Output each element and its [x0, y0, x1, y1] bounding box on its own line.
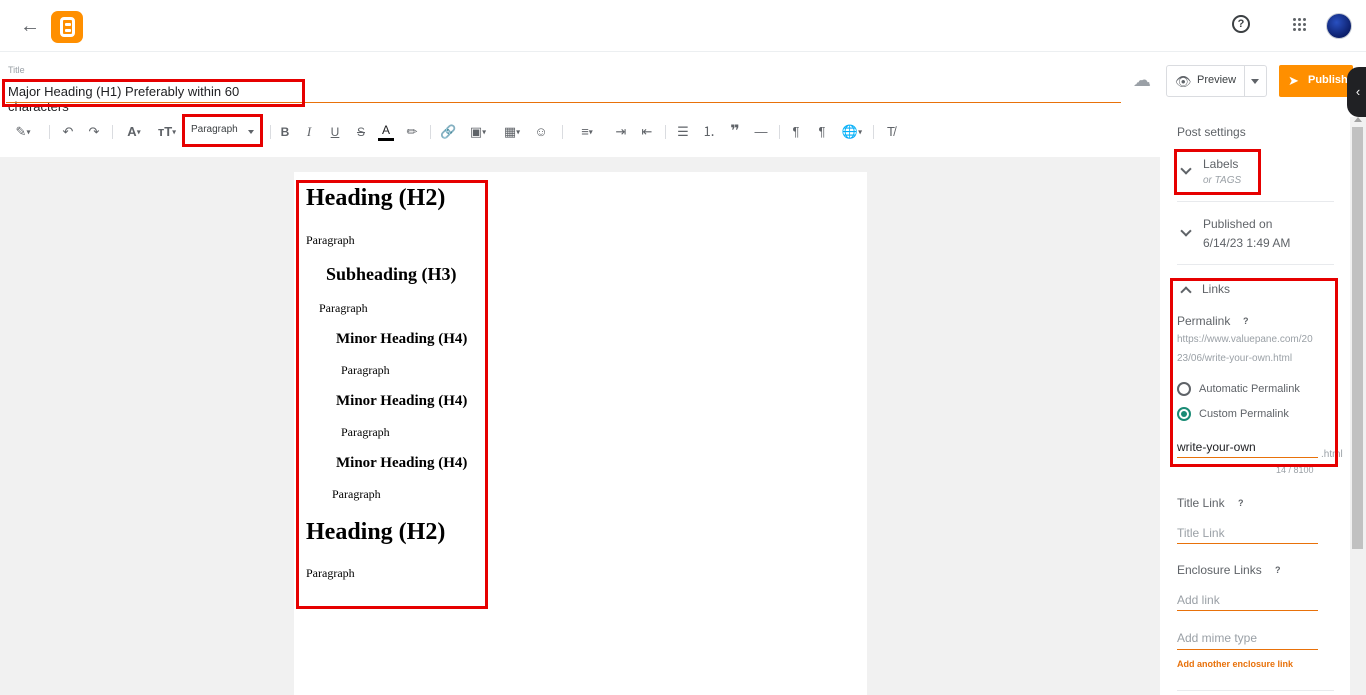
toolbar-divider [873, 125, 874, 139]
publish-label: Publish [1308, 74, 1348, 86]
indent-icon[interactable]: ⇥ [613, 123, 629, 141]
link-icon[interactable]: 🔗 [440, 123, 456, 141]
italic-icon[interactable]: I [302, 123, 316, 141]
toolbar-divider [430, 125, 431, 139]
blogger-logo-icon[interactable] [51, 11, 83, 43]
toolbar-divider [665, 125, 666, 139]
horizontal-rule-icon[interactable]: — [753, 123, 769, 141]
strikethrough-icon[interactable]: S [354, 123, 368, 141]
help-icon[interactable]: ? [1238, 498, 1244, 508]
editor-toolbar: ✎▾ ↶ ↷ A▾ тТ▾ Paragraph B I U S A ✏ 🔗 ▣▾… [0, 117, 1160, 147]
user-avatar[interactable] [1326, 13, 1352, 39]
labels-annotation-box [1174, 149, 1261, 195]
send-icon: ➤ [1288, 73, 1299, 88]
pen-icon[interactable]: ✎▾ [10, 123, 36, 141]
scroll-up-arrow-icon[interactable] [1354, 117, 1362, 122]
help-circle-icon[interactable]: ? [1232, 15, 1250, 33]
toolbar-divider [779, 125, 780, 139]
toolbar-divider [270, 125, 271, 139]
enclosure-links-label: Enclosure Links [1177, 563, 1262, 577]
preview-label: Preview [1197, 74, 1237, 86]
underline-icon[interactable]: U [328, 123, 342, 141]
title-label: Title [8, 65, 25, 75]
toolbar-divider [562, 125, 563, 139]
apps-grid-icon[interactable] [1293, 18, 1307, 32]
add-mime-type-input[interactable]: Add mime type [1177, 631, 1257, 645]
input-underline [1177, 610, 1318, 611]
input-underline [1177, 543, 1318, 544]
clear-format-icon[interactable]: T̸ [883, 123, 899, 141]
content-annotation-box [296, 180, 488, 609]
published-title[interactable]: Published on [1203, 217, 1272, 231]
paragraph-annotation-box [182, 114, 263, 147]
bullet-list-icon[interactable]: ☰ [675, 123, 691, 141]
outdent-icon[interactable]: ⇤ [639, 123, 655, 141]
eye-icon: 👁 [1175, 74, 1192, 89]
numbered-list-icon[interactable]: ⒈ [701, 123, 717, 141]
input-underline [1177, 649, 1318, 650]
rtl-icon[interactable]: ¶ [814, 123, 830, 141]
post-settings-title: Post settings [1177, 125, 1246, 139]
font-icon[interactable]: A▾ [122, 123, 146, 141]
toolbar-divider [49, 125, 50, 139]
scrollbar-thumb[interactable] [1352, 127, 1363, 549]
redo-icon[interactable]: ↷ [86, 123, 102, 141]
align-icon[interactable]: ≡▾ [573, 123, 601, 141]
links-annotation-box [1170, 278, 1338, 467]
chevron-down-icon[interactable] [1251, 79, 1259, 84]
preview-divider [1244, 66, 1245, 96]
title-annotation-box [2, 79, 305, 107]
section-divider [1177, 264, 1334, 265]
image-icon[interactable]: ▣▾ [466, 123, 490, 141]
video-icon[interactable]: ▦▾ [500, 123, 524, 141]
publish-button[interactable]: ➤ Publish [1279, 65, 1353, 97]
emoji-icon[interactable]: ☺ [533, 123, 549, 141]
section-divider [1177, 690, 1334, 691]
text-color-icon[interactable]: A [378, 123, 394, 141]
preview-button[interactable]: 👁 Preview [1166, 65, 1267, 97]
arrow-left-icon[interactable]: ← [18, 14, 42, 38]
add-link-input[interactable]: Add link [1177, 593, 1220, 607]
bold-icon[interactable]: B [278, 123, 292, 141]
language-icon[interactable]: 🌐▾ [840, 123, 864, 141]
toolbar-divider [112, 125, 113, 139]
undo-icon[interactable]: ↶ [60, 123, 76, 141]
text-size-icon[interactable]: тТ▾ [155, 123, 179, 141]
quote-icon[interactable]: ❞ [727, 123, 743, 141]
collapse-sidebar-icon[interactable]: ‹ [1347, 67, 1366, 117]
title-link-label: Title Link [1177, 496, 1225, 510]
highlight-icon[interactable]: ✏ [404, 123, 420, 141]
help-icon[interactable]: ? [1275, 565, 1281, 575]
ltr-icon[interactable]: ¶ [788, 123, 804, 141]
published-value: 6/14/23 1:49 AM [1203, 236, 1291, 250]
section-divider [1177, 201, 1334, 202]
top-bar: ← ? [0, 0, 1366, 52]
add-another-enclosure-link[interactable]: Add another enclosure link [1177, 659, 1293, 669]
cloud-saved-icon: ☁ [1133, 70, 1151, 90]
title-link-input[interactable]: Title Link [1177, 526, 1225, 540]
